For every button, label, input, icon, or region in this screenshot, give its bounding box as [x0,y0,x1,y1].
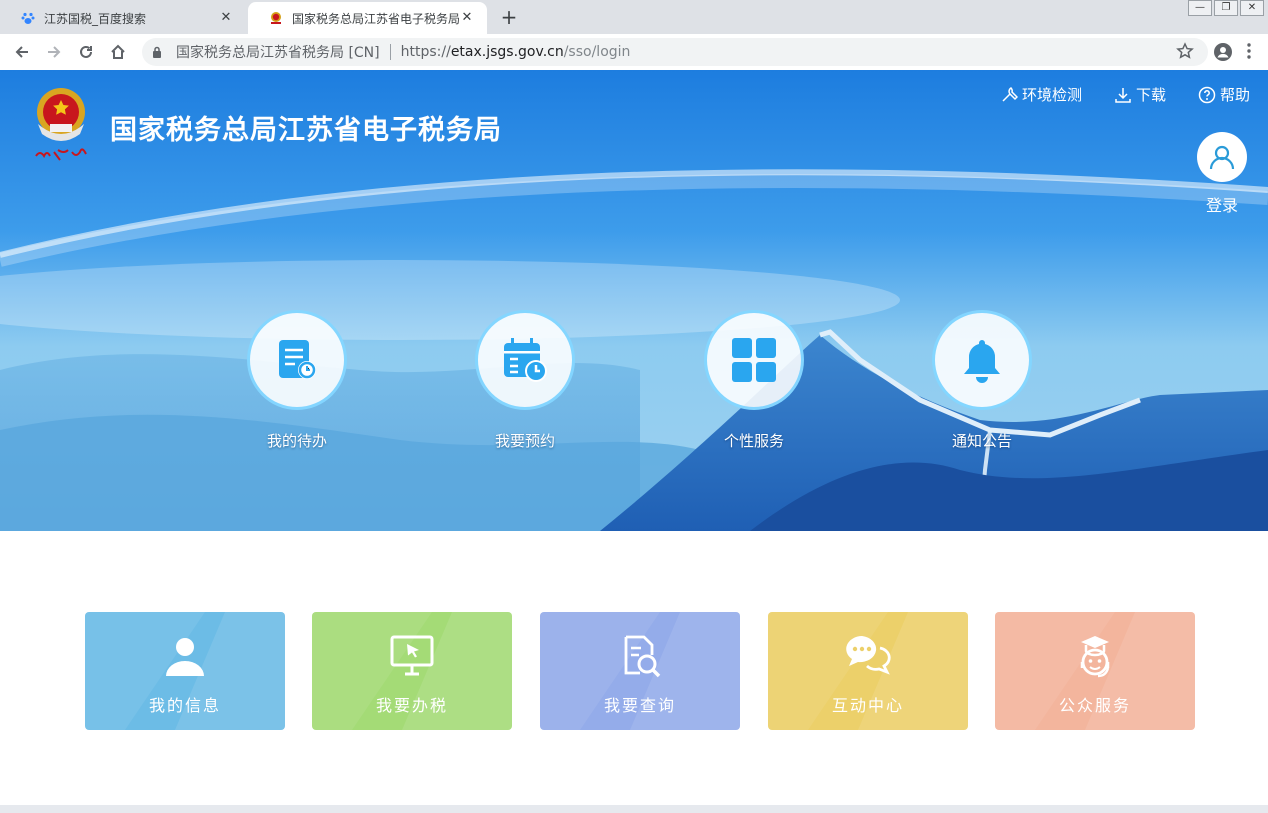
lock-icon [152,45,166,59]
card-label: 我要查询 [603,696,676,715]
window-controls: — ❐ ✕ [1186,0,1264,16]
feature-label: 个性服务 [723,432,784,450]
document-clock-icon [247,310,347,410]
feature-label: 通知公告 [951,432,1012,450]
feature-appointment[interactable]: 我要预约 [445,310,605,451]
arrow-right-icon [48,46,61,58]
download-link[interactable]: 下载 [1114,84,1166,105]
site-title: 国家税务总局江苏省电子税务局 [110,115,502,146]
site-identity: 国家税务总局江苏省税务局 [CN] [176,45,380,61]
baidu-paw-icon [20,10,36,26]
arrow-left-icon [15,46,28,58]
login-button[interactable]: 登录 [1196,132,1248,216]
url-scheme: https:// [400,44,451,60]
tab-etax-login[interactable]: 国家税务总局江苏省电子税务局 ✕ [248,2,487,34]
card-tax-handling[interactable]: 我要办税 [312,612,512,730]
new-tab-button[interactable]: + [498,6,520,28]
monitor-cursor-icon [312,634,512,680]
feature-label: 我的待办 [266,432,327,450]
address-separator [389,44,391,60]
document-search-icon [540,634,740,680]
footer-strip [0,805,1268,813]
feature-notice[interactable]: 通知公告 [902,310,1062,451]
help-label: 帮助 [1219,86,1250,104]
wrench-icon [1002,86,1018,102]
tax-emblem-logo [35,88,87,161]
url-host: etax.jsgs.gov.cn [450,44,564,60]
card-label: 公众服务 [1058,696,1131,715]
minimize-icon[interactable]: — [1188,0,1212,16]
tax-emblem-icon [268,10,284,26]
card-label: 我的信息 [148,696,221,715]
feature-my-todo[interactable]: 我的待办 [217,310,377,451]
tab-close-icon[interactable]: ✕ [459,10,475,26]
feature-label: 我要预约 [494,432,555,450]
tab-title: 江苏国税_百度搜索 [44,11,147,26]
login-label: 登录 [1205,196,1238,215]
card-public-service[interactable]: 公众服务 [995,612,1195,730]
kebab-menu-icon[interactable] [1247,42,1251,64]
help-link[interactable]: 帮助 [1198,84,1250,105]
help-icon [1198,86,1216,103]
download-icon [1115,87,1131,103]
card-my-info[interactable]: 我的信息 [85,612,285,730]
hero-banner: 国家税务总局江苏省电子税务局 环境检测 下载 帮助 登录 我的待办 我要预约 个… [0,70,1268,531]
back-button[interactable] [10,40,34,64]
tab-title: 国家税务总局江苏省电子税务局 [292,11,459,26]
browser-toolbar: 国家税务总局江苏省税务局 [CN] https://etax.jsgs.gov.… [0,34,1268,71]
card-query[interactable]: 我要查询 [540,612,740,730]
bookmark-star-icon[interactable] [1176,42,1194,64]
home-icon [111,44,125,59]
tab-baidu-search[interactable]: 江苏国税_百度搜索 ✕ [0,2,246,34]
tab-close-icon[interactable]: ✕ [218,10,234,26]
browser-tab-strip: 江苏国税_百度搜索 ✕ 国家税务总局江苏省电子税务局 ✕ + — ❐ ✕ [0,0,1268,34]
forward-button[interactable] [42,40,66,64]
card-label: 互动中心 [831,696,904,715]
restore-icon[interactable]: ❐ [1214,0,1238,16]
feature-personal-service[interactable]: 个性服务 [674,310,834,451]
reload-button[interactable] [74,40,98,64]
grid-icon [704,310,804,410]
reload-icon [80,45,92,58]
url-path: /sso/login [563,44,631,60]
close-window-icon[interactable]: ✕ [1240,0,1264,16]
card-interaction-center[interactable]: 互动中心 [768,612,968,730]
chat-icon [768,634,968,680]
home-button[interactable] [106,40,130,64]
bell-icon [932,310,1032,410]
user-icon [85,634,285,680]
user-avatar-icon [1197,132,1247,182]
card-label: 我要办税 [375,696,448,715]
account-icon[interactable] [1213,42,1233,66]
support-agent-icon [995,634,1195,680]
env-check-link[interactable]: 环境检测 [1000,84,1082,105]
env-check-label: 环境检测 [1021,86,1082,104]
address-bar[interactable]: 国家税务总局江苏省税务局 [CN] https://etax.jsgs.gov.… [142,38,1208,66]
download-label: 下载 [1135,86,1166,104]
calendar-clock-icon [475,310,575,410]
top-links: 环境检测 下载 帮助 [1000,84,1250,105]
